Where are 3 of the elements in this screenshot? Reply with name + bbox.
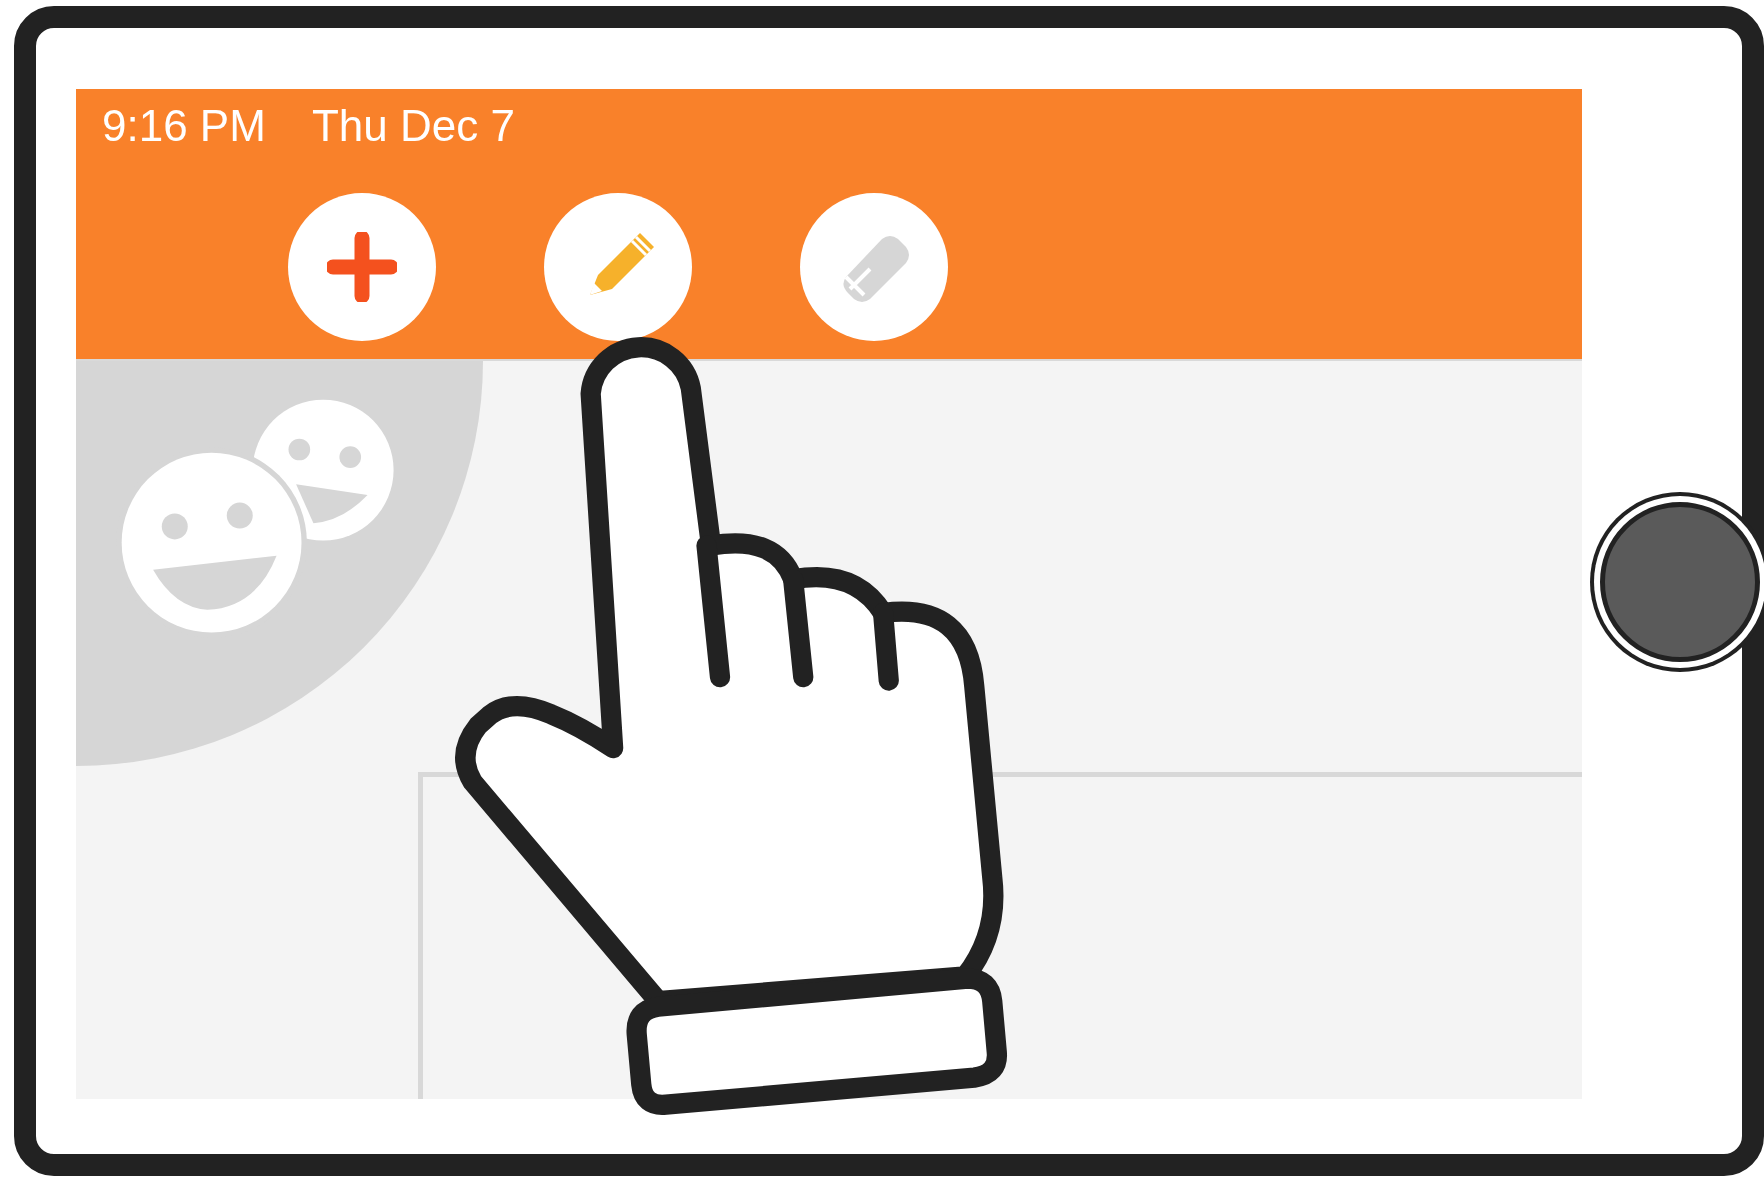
status-date: Thu Dec 7: [311, 101, 515, 152]
status-time: 9:16 PM: [102, 101, 266, 152]
plus-icon: [327, 232, 397, 302]
